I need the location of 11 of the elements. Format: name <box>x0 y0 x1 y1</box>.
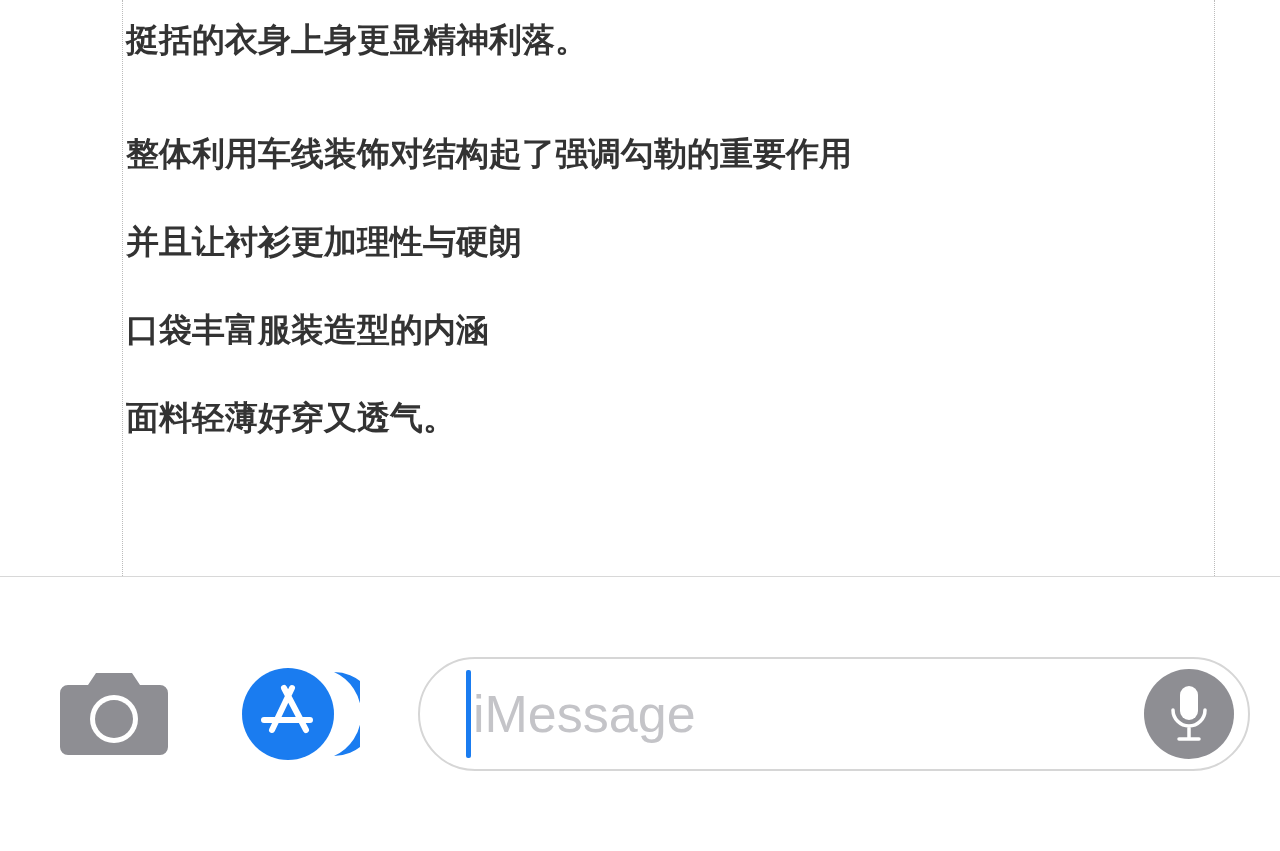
app-store-icon[interactable] <box>242 668 360 760</box>
camera-icon[interactable] <box>60 673 168 755</box>
article-line: 挺括的衣身上身更显精神利落。 <box>126 19 589 61</box>
article-line: 面料轻薄好穿又透气。 <box>126 397 457 439</box>
message-input[interactable]: iMessage <box>471 683 1144 745</box>
message-field[interactable]: iMessage <box>418 657 1250 771</box>
article-line: 口袋丰富服装造型的内涵 <box>126 309 490 351</box>
article-line: 整体利用车线装饰对结构起了强调勾勒的重要作用 <box>126 133 853 175</box>
article-line: 并且让衬衫更加理性与硬朗 <box>126 221 523 263</box>
microphone-icon <box>1169 684 1209 744</box>
microphone-button[interactable] <box>1144 669 1234 759</box>
